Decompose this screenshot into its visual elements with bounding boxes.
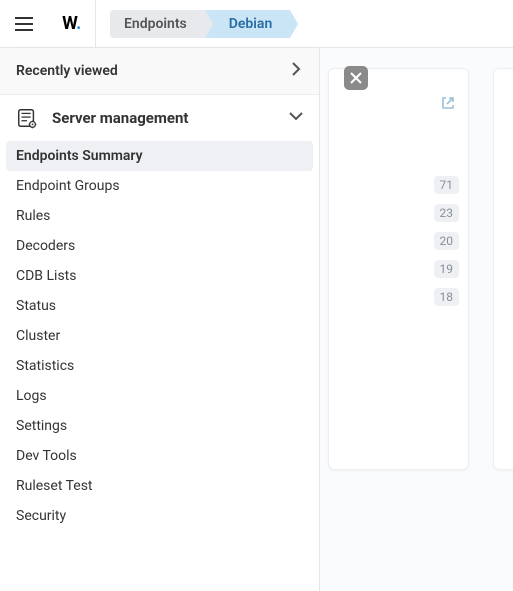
sidebar-item-label: Logs [16,388,47,404]
sidebar-item-ruleset-test[interactable]: Ruleset Test [0,471,319,501]
body: Recently viewed Server management [0,48,513,591]
sidebar-item-security[interactable]: Security [0,501,319,531]
logo[interactable]: W. [62,13,81,34]
sidebar-item-label: Statistics [16,358,74,374]
sidebar-item-label: Dev Tools [16,448,77,464]
sidebar-item-label: Decoders [16,238,75,254]
sidebar-item-label: Endpoints Summary [16,148,143,164]
content-card-partial [493,68,513,470]
count-badge: 18 [434,288,460,306]
popout-icon [441,96,455,110]
section-server-management[interactable]: Server management [0,95,319,141]
recently-viewed-label: Recently viewed [16,63,118,79]
sidebar-item-label: CDB Lists [16,268,76,284]
sidebar-item-rules[interactable]: Rules [0,201,319,231]
menu-toggle-button[interactable] [0,0,48,48]
breadcrumb-label: Endpoints [124,16,187,32]
count-badge: 71 [434,176,460,194]
sidebar-item-cluster[interactable]: Cluster [0,321,319,351]
recently-viewed-toggle[interactable]: Recently viewed [0,48,319,95]
count-badge: 19 [434,260,460,278]
breadcrumb-item-endpoints[interactable]: Endpoints [110,10,205,38]
sidebar-menu: Endpoints Summary Endpoint Groups Rules … [0,141,319,543]
sidebar-item-decoders[interactable]: Decoders [0,231,319,261]
sidebar-item-label: Security [16,508,66,524]
section-title: Server management [52,109,189,127]
sidebar-item-label: Cluster [16,328,60,344]
sidebar-item-dev-tools[interactable]: Dev Tools [0,441,319,471]
count-badge: 23 [434,204,460,222]
sidebar-item-statistics[interactable]: Statistics [0,351,319,381]
breadcrumb: Endpoints Debian [110,10,290,38]
logo-cell: W. [48,0,96,48]
sidebar-item-label: Rules [16,208,50,224]
sidebar-item-label: Status [16,298,56,314]
hamburger-icon [15,17,33,31]
sidebar-item-status[interactable]: Status [0,291,319,321]
breadcrumb-label: Debian [229,16,273,32]
count-badge: 20 [434,232,460,250]
breadcrumb-item-debian[interactable]: Debian [205,10,291,38]
sidebar-item-endpoint-groups[interactable]: Endpoint Groups [0,171,319,201]
sidebar-item-label: Settings [16,418,67,434]
sidebar-item-endpoints-summary[interactable]: Endpoints Summary [6,141,313,171]
chevron-down-icon [289,109,303,127]
content-area: 71 23 20 19 18 [320,48,513,591]
sidebar-item-label: Endpoint Groups [16,178,120,194]
sidebar-item-logs[interactable]: Logs [0,381,319,411]
chevron-right-icon [289,62,303,80]
popout-button[interactable] [441,96,455,114]
server-management-icon [16,107,38,129]
sidebar-item-label: Ruleset Test [16,478,93,494]
sidebar: Recently viewed Server management [0,48,320,591]
close-button[interactable] [344,66,368,90]
topbar: W. Endpoints Debian [0,0,513,48]
count-list: 71 23 20 19 18 [434,176,460,306]
sidebar-item-settings[interactable]: Settings [0,411,319,441]
close-icon [350,72,362,84]
sidebar-item-cdb-lists[interactable]: CDB Lists [0,261,319,291]
